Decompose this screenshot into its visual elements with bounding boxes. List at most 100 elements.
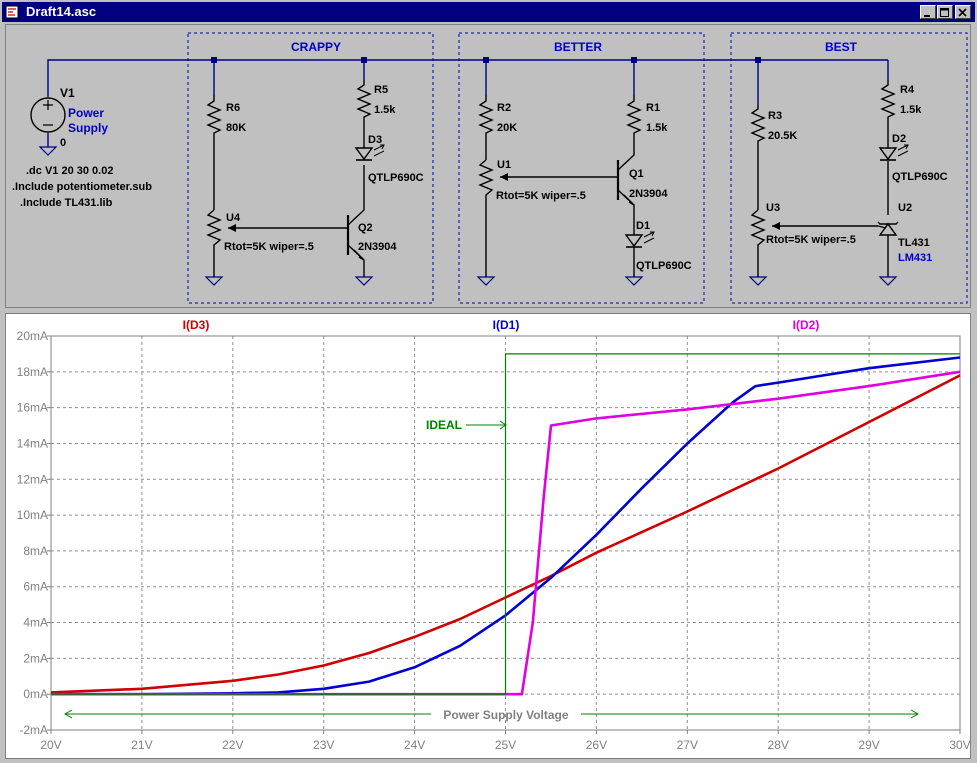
directive-dc[interactable]: .dc V1 20 30 0.02 — [26, 165, 113, 177]
r6-name: R6 — [226, 102, 240, 114]
ground-icon — [354, 276, 374, 286]
section-label-crappy: CRAPPY — [291, 40, 341, 54]
d2-value: QTLP690C — [892, 171, 948, 183]
q2-value: 2N3904 — [358, 241, 397, 253]
legend-label[interactable]: I(D2) — [793, 318, 820, 332]
r3-value: 20.5K — [768, 130, 797, 142]
trace-ideal[interactable] — [51, 353, 960, 695]
led-d2[interactable] — [878, 144, 909, 161]
schematic-canvas[interactable]: CRAPPY BETTER BEST V1 Power Supply 0 .dc… — [6, 25, 970, 307]
schematic-pane[interactable]: CRAPPY BETTER BEST V1 Power Supply 0 .dc… — [5, 24, 971, 308]
q2-name: Q2 — [358, 222, 373, 234]
led-d1[interactable] — [624, 231, 655, 248]
waveform-plot[interactable]: 20mA 18mA 16mA 14mA 12mA 10mA 8mA 6mA 4mA 2mA 0mA -… — [6, 314, 971, 758]
x-tick-label: 26V — [586, 738, 607, 752]
x-tick-label: 23V — [313, 738, 334, 752]
y-tick-label: 16mA — [17, 401, 48, 415]
window-title: Draft14.asc — [26, 4, 97, 19]
y-tick-label: 12mA — [17, 472, 48, 486]
directive-include-tl431[interactable]: .Include TL431.lib — [20, 197, 113, 209]
x-tick-label: 30V — [949, 738, 970, 752]
ground-icon — [204, 276, 224, 286]
x-tick-label: 29V — [858, 738, 879, 752]
u3-value: Rtot=5K wiper=.5 — [766, 234, 856, 246]
x-tick-label: 28V — [768, 738, 789, 752]
d3-name: D3 — [368, 134, 382, 146]
legend-label[interactable]: I(D3) — [183, 318, 210, 332]
resistor-r6[interactable] — [206, 95, 222, 210]
x-tick-label: 22V — [222, 738, 243, 752]
directive-include-pot[interactable]: .Include potentiometer.sub — [12, 181, 152, 193]
r1-value: 1.5k — [646, 122, 668, 134]
d2-name: D2 — [892, 133, 906, 145]
u3-name: U3 — [766, 202, 780, 214]
potentiometer-u3[interactable] — [750, 209, 766, 277]
r1-name: R1 — [646, 102, 660, 114]
d1-name: D1 — [636, 220, 650, 232]
waveform-viewer-pane[interactable]: 20mA 18mA 16mA 14mA 12mA 10mA 8mA 6mA 4mA 2mA 0mA -… — [5, 313, 971, 759]
r2-value: 20K — [497, 122, 517, 134]
ground-icon — [624, 276, 644, 286]
x-tick-label: 20V — [40, 738, 61, 752]
minimize-button[interactable] — [920, 5, 936, 19]
r5-name: R5 — [374, 84, 388, 96]
ground-icon — [476, 276, 496, 286]
r6-value: 80K — [226, 122, 246, 134]
r4-name: R4 — [900, 84, 915, 96]
led-d3[interactable] — [354, 144, 385, 161]
y-tick-label: 2mA — [23, 651, 48, 665]
ideal-arrow — [466, 420, 507, 430]
close-icon — [958, 8, 967, 17]
v1-value-line1: Power — [68, 106, 104, 120]
u2-name: U2 — [898, 202, 912, 214]
resistor-r2[interactable] — [478, 95, 494, 160]
supply-wires — [47, 59, 889, 147]
q1-name: Q1 — [629, 168, 644, 180]
legend-label[interactable]: I(D1) — [493, 318, 520, 332]
app-window: Draft14.asc CRAPPY BETTER BEST V1 Power … — [0, 0, 977, 761]
y-tick-label: 6mA — [23, 580, 48, 594]
minimize-icon — [924, 15, 930, 17]
section-label-best: BEST — [825, 40, 858, 54]
v1-value-line2: Supply — [68, 121, 108, 135]
supply-voltage-annotation: Power Supply Voltage — [443, 708, 568, 722]
shunt-regulator-u2[interactable] — [877, 221, 899, 236]
ideal-annotation: IDEAL — [426, 418, 462, 432]
v1-name: V1 — [60, 86, 75, 100]
resistor-r3[interactable] — [750, 105, 766, 210]
u2-value2: LM431 — [898, 252, 932, 264]
maximize-button[interactable] — [937, 5, 953, 19]
title-bar[interactable]: Draft14.asc — [2, 2, 975, 22]
schematic-file-icon — [5, 5, 19, 19]
v1-node: 0 — [60, 137, 66, 149]
x-tick-label: 24V — [404, 738, 425, 752]
potentiometer-u1[interactable] — [478, 159, 494, 277]
y-tick-label: 8mA — [23, 544, 48, 558]
ground-icon — [748, 276, 768, 286]
y-tick-label: -2mA — [19, 723, 48, 737]
u4-name: U4 — [226, 212, 241, 224]
potentiometer-u4[interactable] — [206, 209, 222, 275]
x-tick-label: 27V — [677, 738, 698, 752]
plot-grid — [47, 335, 961, 734]
y-tick-label: 20mA — [17, 329, 48, 343]
section-box-crappy — [187, 32, 434, 304]
y-tick-label: 10mA — [17, 508, 48, 522]
r5-value: 1.5k — [374, 104, 396, 116]
u1-name: U1 — [497, 159, 511, 171]
r4-value: 1.5k — [900, 104, 922, 116]
section-label-better: BETTER — [554, 40, 602, 54]
x-tick-label: 21V — [131, 738, 152, 752]
q1-value: 2N3904 — [629, 188, 668, 200]
r3-name: R3 — [768, 110, 782, 122]
x-tick-label: 25V — [495, 738, 516, 752]
y-tick-label: 14mA — [17, 436, 48, 450]
u2-value: TL431 — [898, 237, 930, 249]
ground-icon — [38, 146, 58, 156]
d3-value: QTLP690C — [368, 172, 424, 184]
close-button[interactable] — [955, 5, 971, 19]
ground-icon — [878, 276, 898, 286]
u4-value: Rtot=5K wiper=.5 — [224, 241, 314, 253]
y-tick-label: 4mA — [23, 616, 48, 630]
maximize-icon — [940, 8, 949, 17]
